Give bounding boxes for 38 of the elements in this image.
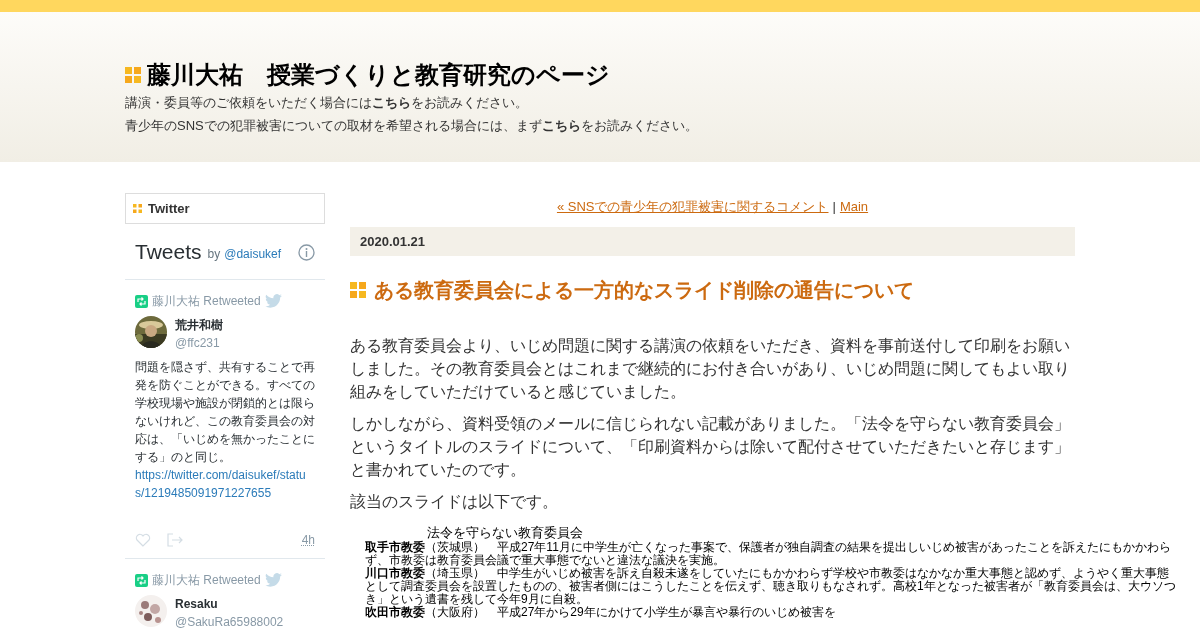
bird-icon[interactable] — [264, 294, 282, 308]
heart-icon[interactable] — [135, 533, 151, 547]
user-name[interactable]: Resaku — [175, 595, 284, 613]
date-bar: 2020.01.21 — [350, 227, 1075, 256]
body-paragraph: ある教育委員会より、いじめ問題に関する講演の依頼をいただき、資料を事前送付して印刷をお願いしました。その教育委員会とはこれまで継続的にお付き合いがあり、いじめ問題に関してもよい取り組みをしていただけていると感じていました。 — [350, 336, 1071, 402]
separator-text: | — [832, 198, 836, 216]
slide-text: 取手市教委（茨城県） 平成27年11月に中学生が亡くなった事案で、保護者が独自調査の結果を提出しいじめ被害があったことを訴えたにもかかわらず、市教委は教育委員会議で重大事態でないと違法な議決を実施。 — [365, 541, 1172, 567]
header-text: 講演・委員等のご依頼をいただく場合にはこちらをお読みください。 — [125, 94, 529, 112]
by-text: by — [207, 246, 221, 263]
squares-icon — [350, 282, 366, 298]
retweet-icon — [135, 573, 148, 587]
user-handle[interactable]: @ffc231 — [175, 334, 223, 352]
squares-icon — [133, 204, 142, 213]
user-name[interactable]: 荒井和樹 — [175, 316, 223, 334]
timeline-title: Tweets — [135, 239, 202, 266]
slide-text: 吹田市教委（大阪府） 平成27年から29年にかけて小学生が暴言や暴行のいじめ被害を — [365, 606, 837, 619]
header-text: 青少年のSNSでの犯罪被害についての取材を希望される場合には、まずこちらをお読みください。 — [125, 117, 699, 135]
post-title: ある教育委員会による一方的なスライド削除の通告について — [374, 278, 914, 303]
bird-icon[interactable] — [264, 573, 282, 587]
body-paragraph: 該当のスライドは以下です。 — [350, 492, 559, 512]
tweet-text: 問題を隠さず、共有することで再発を防ぐことができる。すべての学校現場や施設が閉鎖的とは限らないけれど、この教育委員会の対応は、「いじめを無かったことにする」のと同じ。 — [135, 359, 315, 466]
body-paragraph: しかしながら、資料受領のメールに信じられない記載がありました。「法令を守らない教育委員会」というタイトルのスライドについて、「印刷資料からは除いて配付させていただきたいと存じます」と書かれていたのです。 — [350, 414, 1071, 480]
retweet-label: 藤川大祐 Retweeted — [152, 572, 261, 589]
slide-text: 川口市教委（埼玉県） 中学生がいじめ被害を訴え自殺未遂をしていたにもかかわらず学校や市教委はなかなか重大事態と認めず、ようやく重大事態として調査委員会を設置したものの、被害者側にはこうしたことを伝えず、聴き取りもなされず。高校1年となった被害者が「教育委員会は、大ウソつき」という遺書を残して今年9月に自殺。 — [365, 567, 1177, 606]
tweet-link[interactable]: https://twitter.com/daisukef/status/1219485091971227655 — [135, 466, 315, 502]
heading-text: Twitter — [148, 199, 190, 218]
squares-icon — [125, 67, 141, 83]
site-title: 藤川大祐 授業づくりと教育研究のページ — [147, 60, 610, 90]
slide-title: 法令を守らない教育委員会 — [426, 525, 584, 541]
handle-link[interactable]: @daisukef — [224, 245, 282, 263]
user-handle[interactable]: @SakuRa65988002 — [175, 613, 284, 630]
previous-post-link[interactable]: « SNSでの青少年の犯罪被害に関するコメント — [556, 193, 829, 221]
tweet-time[interactable]: 4h — [301, 531, 315, 549]
info-icon[interactable] — [298, 243, 315, 261]
main-link[interactable]: Main — [839, 193, 869, 221]
retweet-label: 藤川大祐 Retweeted — [152, 293, 261, 310]
retweet-icon — [135, 294, 148, 308]
share-icon[interactable] — [167, 533, 183, 547]
